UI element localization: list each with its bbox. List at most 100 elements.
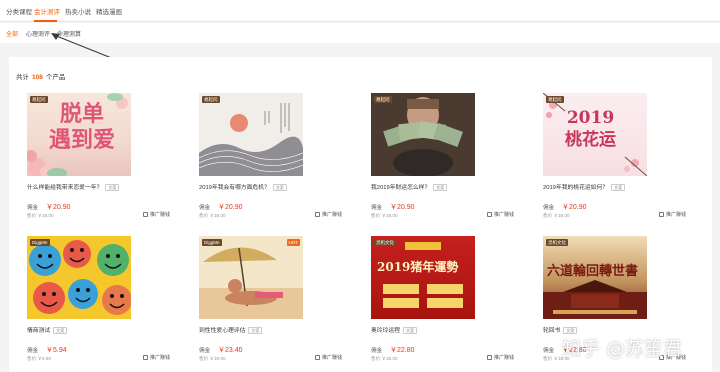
subtab-all[interactable]: 全部 bbox=[6, 29, 18, 38]
product-card[interactable]: DiggMe HOT 到性性爱心理评估 文案 佣金 ￥23.40 售价 ￥39.0… bbox=[199, 236, 342, 364]
art-line: 遇到爱 bbox=[49, 127, 116, 153]
product-thumbnail[interactable]: 六道輪回轉世書 灵机文化 bbox=[543, 236, 647, 319]
brand-badge: 易起问 bbox=[30, 96, 48, 103]
promote-button[interactable]: 推广赚钱 bbox=[315, 354, 342, 361]
product-thumbnail[interactable]: 2019猪年運勢 灵机文化 bbox=[371, 236, 475, 319]
product-card[interactable]: 脱单 遇到爱 易起问 什么样能给我带来恋爱一年？ 文案 佣金 ￥20.90 售价 ￥… bbox=[27, 93, 170, 221]
product-title[interactable]: 我2019年财运怎么样？ 文案 bbox=[371, 182, 448, 191]
top-nav: 分类课程 会计测评 热卖小说 精选漫画 bbox=[0, 0, 720, 22]
product-card[interactable]: 2019猪年運勢 灵机文化 奥玲玲运程 文案 佣金 ￥22.80 售价 ￥38.0… bbox=[371, 236, 514, 364]
commission-value: ￥5.94 bbox=[46, 347, 67, 354]
tab-courses[interactable]: 分类课程 bbox=[6, 6, 32, 16]
promote-icon bbox=[487, 212, 492, 218]
promote-button[interactable]: 推广赚钱 bbox=[659, 211, 686, 218]
product-thumbnail[interactable]: 脱单 遇到爱 易起问 bbox=[27, 93, 131, 176]
promote-button[interactable]: 推广赚钱 bbox=[143, 211, 170, 218]
promote-label: 推广赚钱 bbox=[322, 355, 343, 361]
copy-tag: 文案 bbox=[403, 326, 417, 334]
brand-badge: DiggMe bbox=[30, 239, 50, 246]
promote-button[interactable]: 推广赚钱 bbox=[143, 354, 170, 361]
product-thumbnail[interactable]: 易起问 bbox=[199, 93, 303, 176]
sale-price: 售价 ￥9.90 bbox=[27, 356, 51, 361]
thumbnail-art-text: 六道輪回轉世書 bbox=[547, 264, 639, 279]
promote-button[interactable]: 推广赚钱 bbox=[487, 211, 514, 218]
product-title[interactable]: 2019年我会有哪方面危机？ 文案 bbox=[199, 182, 287, 191]
tab-comics[interactable]: 精选漫画 bbox=[96, 6, 122, 16]
smiley-faces-illustration bbox=[29, 240, 131, 315]
mountain-wave-illustration bbox=[199, 103, 303, 176]
thumbnail-art-text: 2019猪年運勢 bbox=[377, 260, 459, 274]
commission-value: ￥20.90 bbox=[390, 204, 415, 211]
title-text: 什么样能给我带来恋爱一年？ bbox=[27, 185, 103, 191]
title-text: 2019年我会有哪方面危机？ bbox=[199, 185, 270, 191]
sale-price: 售价 ￥38.00 bbox=[371, 356, 398, 361]
product-thumbnail[interactable]: 易起问 bbox=[371, 93, 475, 176]
copy-tag: 文案 bbox=[433, 183, 448, 191]
commission-label: 佣金 bbox=[27, 348, 39, 354]
hot-badge: HOT bbox=[286, 239, 300, 246]
product-card[interactable]: DiggMe 情商测试 文案 佣金 ￥5.94 售价 ￥9.90 推广赚钱 bbox=[27, 236, 170, 364]
product-count: 共计 108 个产品 bbox=[16, 71, 65, 81]
promote-icon bbox=[143, 355, 148, 361]
promote-icon bbox=[487, 355, 492, 361]
title-text: 到性性爱心理评估 bbox=[199, 328, 246, 334]
art-line: 桃花运 bbox=[565, 130, 616, 150]
copy-tag: 文案 bbox=[53, 326, 68, 334]
active-tab-underline bbox=[34, 20, 57, 22]
promote-label: 推广赚钱 bbox=[322, 212, 343, 218]
commission-label: 佣金 bbox=[199, 205, 211, 211]
product-card[interactable]: 易起问 我2019年财运怎么样？ 文案 佣金 ￥20.90 售价 ￥38.00 推… bbox=[371, 93, 514, 221]
copy-tag: 文案 bbox=[105, 183, 120, 191]
promote-button[interactable]: 推广赚钱 bbox=[487, 354, 514, 361]
product-card[interactable]: 易起问 2019年我会有哪方面危机？ 文案 佣金 ￥20.90 售价 ￥38.00… bbox=[199, 93, 342, 221]
promote-label: 推广赚钱 bbox=[494, 212, 515, 218]
sale-price: 售价 ￥38.00 bbox=[27, 213, 54, 218]
brand-badge: 易起问 bbox=[546, 96, 564, 103]
product-card[interactable]: 2019 桃花运 易起问 2019年我的桃花运如何？ 文案 佣金 ￥20.90 售价… bbox=[543, 93, 686, 221]
count-number: 108 bbox=[32, 74, 43, 81]
product-title[interactable]: 到性性爱心理评估 文案 bbox=[199, 325, 263, 334]
commission-label: 佣金 bbox=[27, 205, 39, 211]
product-title[interactable]: 情商测试 文案 bbox=[27, 325, 68, 334]
count-suffix: 个产品 bbox=[45, 74, 66, 81]
commission-label: 佣金 bbox=[199, 348, 211, 354]
sale-price: 售价 ￥39.00 bbox=[199, 356, 226, 361]
product-title[interactable]: 什么样能给我带来恋爱一年？ 文案 bbox=[27, 182, 120, 191]
brand-badge: 易起问 bbox=[374, 96, 392, 103]
promote-button[interactable]: 推广赚钱 bbox=[315, 211, 342, 218]
subtab-psych[interactable]: 心理测评 bbox=[26, 29, 50, 38]
product-title[interactable]: 轮回书 文案 bbox=[543, 325, 578, 334]
tab-novels[interactable]: 热卖小说 bbox=[65, 6, 91, 16]
copy-tag: 文案 bbox=[248, 326, 263, 334]
sale-price: 售价 ￥38.00 bbox=[199, 213, 226, 218]
money-photo-illustration bbox=[371, 93, 475, 176]
promote-icon bbox=[143, 212, 148, 218]
product-title[interactable]: 奥玲玲运程 文案 bbox=[371, 325, 417, 334]
brand-badge: 灵机文化 bbox=[546, 239, 568, 246]
product-title[interactable]: 2019年我的桃花运如何？ 文案 bbox=[543, 182, 626, 191]
commission-label: 佣金 bbox=[371, 348, 383, 354]
commission-label: 佣金 bbox=[371, 205, 383, 211]
sale-price: 售价 ￥38.00 bbox=[543, 213, 570, 218]
watermark: 知乎 @苏笙君 bbox=[562, 338, 683, 360]
product-thumbnail[interactable]: 2019 桃花运 易起问 bbox=[543, 93, 647, 176]
title-text: 情商测试 bbox=[27, 328, 51, 334]
promote-icon bbox=[315, 212, 320, 218]
title-text: 2019年我的桃花运如何？ bbox=[543, 185, 609, 191]
copy-tag: 文案 bbox=[611, 183, 626, 191]
promote-icon bbox=[659, 212, 664, 218]
thumbnail-art-text: 脱单 遇到爱 bbox=[49, 101, 115, 153]
title-text: 轮回书 bbox=[543, 328, 561, 334]
promote-label: 推广赚钱 bbox=[150, 212, 171, 218]
title-text: 奥玲玲运程 bbox=[371, 328, 400, 334]
tab-assessment[interactable]: 会计测评 bbox=[34, 6, 60, 16]
brand-badge: 易起问 bbox=[202, 96, 220, 103]
promote-label: 推广赚钱 bbox=[494, 355, 515, 361]
product-thumbnail[interactable]: DiggMe HOT bbox=[199, 236, 303, 319]
product-thumbnail[interactable]: DiggMe bbox=[27, 236, 131, 319]
art-line: 脱单 bbox=[60, 101, 105, 127]
art-line: 2019 bbox=[566, 108, 615, 128]
promote-icon bbox=[315, 355, 320, 361]
commission-label: 佣金 bbox=[543, 205, 555, 211]
sale-price: 售价 ￥38.00 bbox=[371, 213, 398, 218]
